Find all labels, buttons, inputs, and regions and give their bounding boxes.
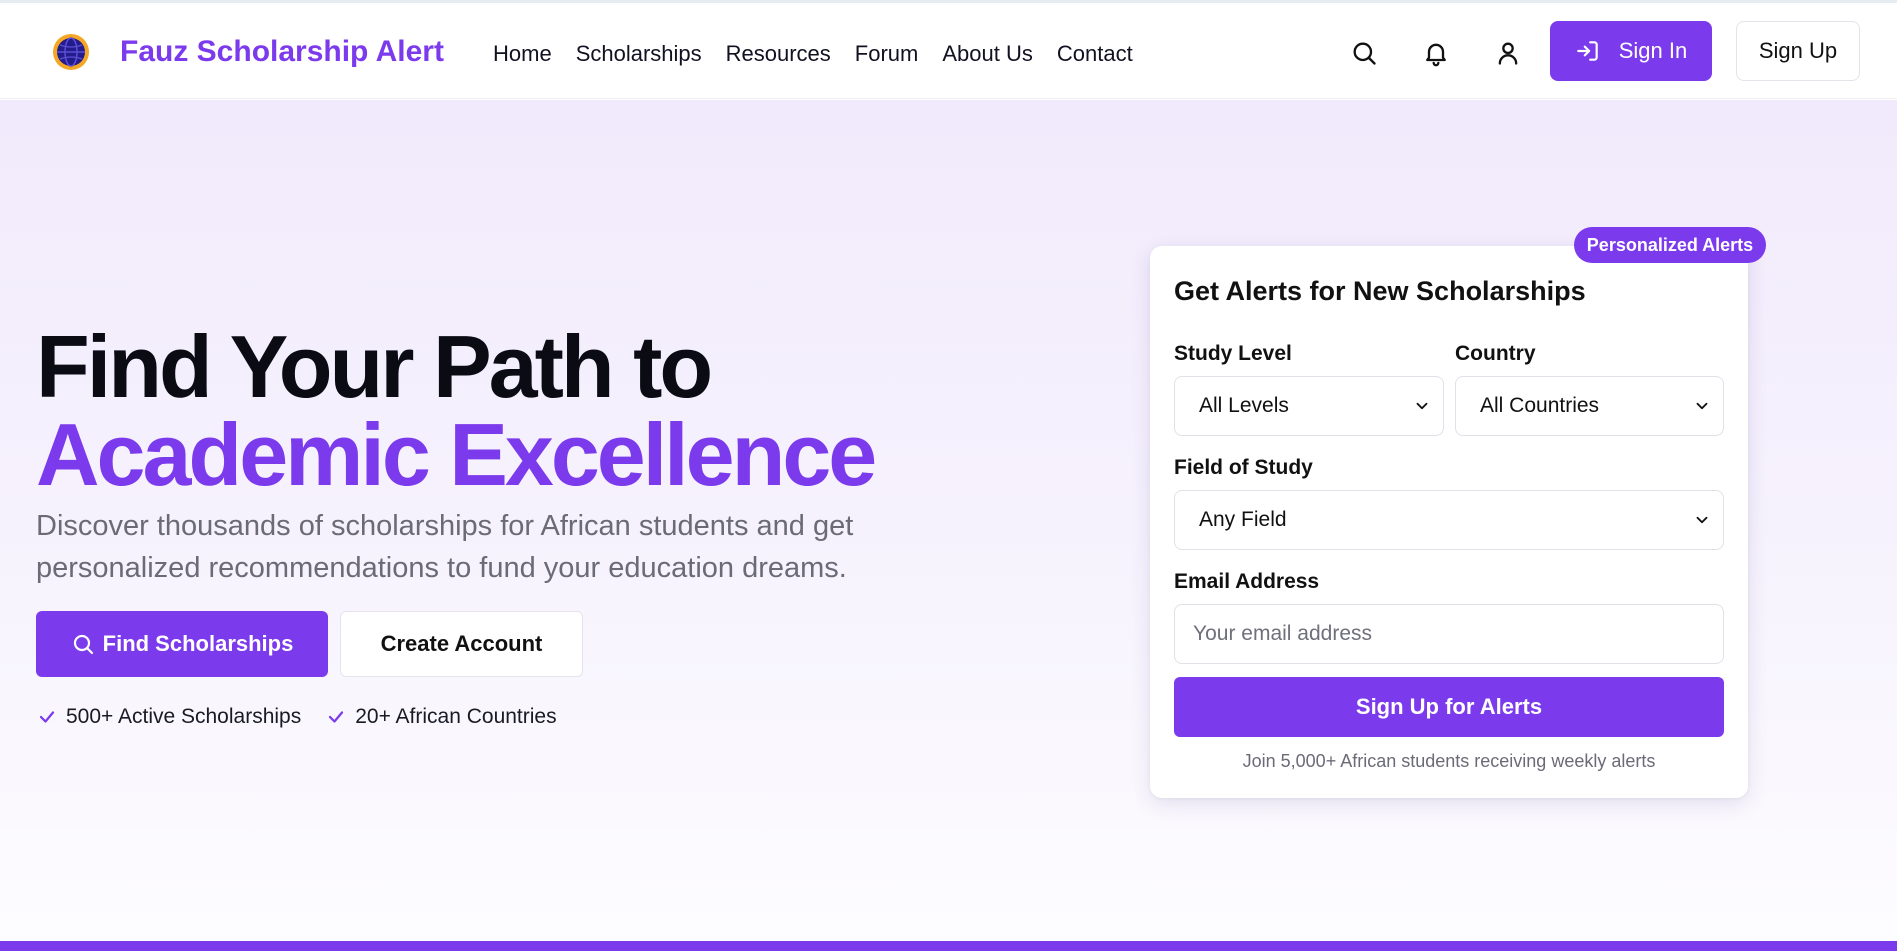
- find-scholarships-label: Find Scholarships: [102, 631, 294, 656]
- nav-item-scholarships[interactable]: Scholarships: [576, 41, 702, 67]
- bell-icon[interactable]: [1422, 39, 1450, 67]
- sign-in-button[interactable]: Sign In: [1550, 21, 1712, 81]
- country-value: All Countries: [1480, 394, 1600, 417]
- brand-name[interactable]: Fauz Scholarship Alert: [120, 35, 444, 69]
- sign-up-for-alerts-button[interactable]: Sign Up for Alerts: [1174, 677, 1724, 737]
- country-select[interactable]: All Countries: [1455, 376, 1724, 436]
- email-field[interactable]: [1174, 604, 1724, 664]
- sign-up-button[interactable]: Sign Up: [1736, 21, 1860, 81]
- nav-item-home[interactable]: Home: [493, 41, 552, 67]
- nav-item-about-us[interactable]: About Us: [942, 41, 1033, 67]
- hero-lead: Discover thousands of scholarships for A…: [36, 510, 854, 584]
- chevron-down-icon: [1696, 516, 1708, 524]
- stat-label: 500+ Active Scholarships: [66, 705, 302, 728]
- stat-label: 20+ African Countries: [355, 705, 557, 728]
- stat-item: 500+ Active Scholarships: [38, 705, 301, 729]
- card-footnote: Join 5,000+ African students receiving w…: [1242, 751, 1656, 771]
- field-of-study-value: Any Field: [1199, 508, 1287, 531]
- sign-in-label: Sign In: [1618, 38, 1688, 63]
- site-header: Fauz Scholarship Alert Home Scholarships…: [0, 3, 1897, 99]
- chevron-down-icon: [1416, 402, 1428, 410]
- hero-stats: 500+ Active Scholarships 20+ African Cou…: [38, 705, 557, 729]
- personalized-alerts-badge: Personalized Alerts: [1574, 227, 1766, 263]
- search-icon: [73, 634, 93, 655]
- check-icon: [329, 711, 344, 723]
- bottom-accent-bar: [0, 941, 1897, 951]
- main-nav: Home Scholarships Resources Forum About …: [493, 41, 1133, 67]
- check-icon: [39, 711, 55, 723]
- sign-in-arrow-icon: [1576, 41, 1598, 61]
- study-level-select[interactable]: All Levels: [1174, 376, 1444, 436]
- country-label: Country: [1455, 342, 1536, 365]
- create-account-button[interactable]: Create Account: [340, 611, 583, 677]
- field-of-study-select[interactable]: Any Field: [1174, 490, 1724, 550]
- user-icon[interactable]: [1494, 39, 1522, 67]
- alert-signup-card: Get Alerts for New Scholarships Study Le…: [1150, 246, 1748, 798]
- card-title: Get Alerts for New Scholarships: [1174, 276, 1586, 306]
- chevron-down-icon: [1696, 402, 1708, 410]
- hero-headline-line1: Find Your Path to: [36, 317, 713, 416]
- stat-item: 20+ African Countries: [327, 705, 557, 729]
- email-label: Email Address: [1174, 570, 1320, 593]
- study-level-label: Study Level: [1174, 342, 1292, 365]
- find-scholarships-button[interactable]: Find Scholarships: [36, 611, 328, 677]
- search-icon[interactable]: [1350, 39, 1378, 67]
- field-of-study-label: Field of Study: [1174, 456, 1313, 479]
- nav-item-forum[interactable]: Forum: [855, 41, 919, 67]
- nav-item-contact[interactable]: Contact: [1057, 41, 1133, 67]
- globe-logo-icon[interactable]: [50, 33, 92, 71]
- study-level-value: All Levels: [1199, 394, 1289, 417]
- nav-item-resources[interactable]: Resources: [726, 41, 831, 67]
- hero-headline-line2: Academic Excellence: [36, 405, 877, 504]
